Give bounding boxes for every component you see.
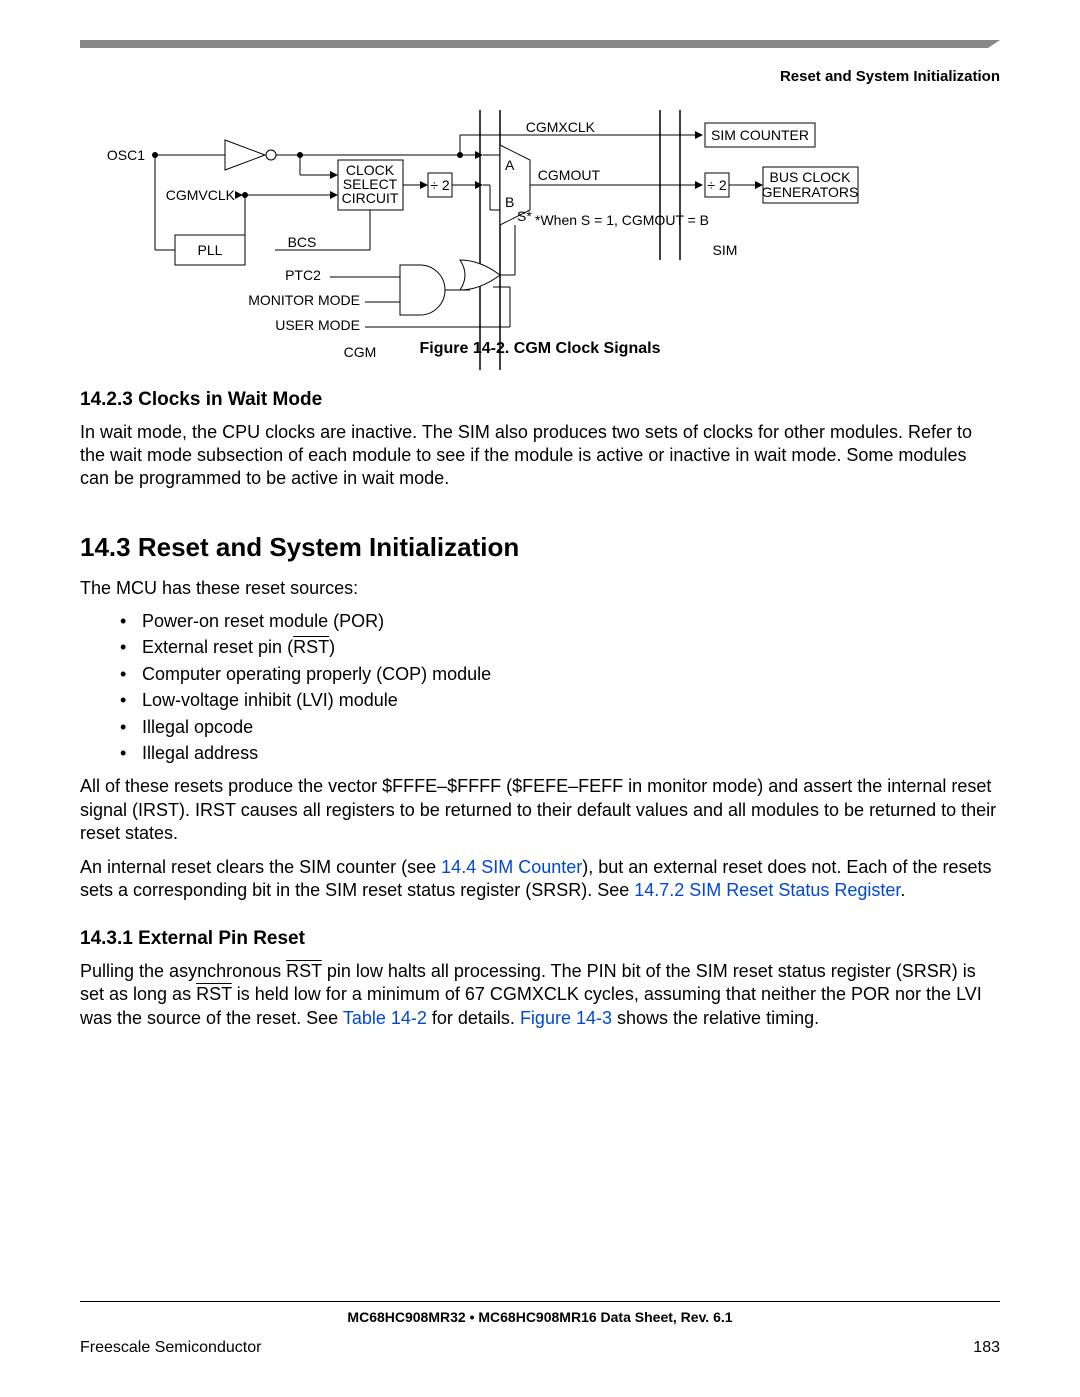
heading-143: 14.3 Reset and System Initialization [80, 531, 1000, 565]
list-item: Computer operating properly (COP) module [120, 663, 1000, 686]
diagram-label-pll: PLL [198, 242, 223, 258]
footer-center: MC68HC908MR32 • MC68HC908MR16 Data Sheet… [0, 1309, 1080, 1325]
top-rule [80, 40, 1000, 48]
diagram-label-cgmout: CGMOUT [538, 167, 601, 183]
body-content: 14.2.3 Clocks in Wait Mode In wait mode,… [80, 388, 1000, 1030]
cgm-diagram: OSC1 CGMXCLK CGMVCLK PLL CLOCK [105, 105, 975, 375]
svg-text:÷ 2: ÷ 2 [707, 177, 727, 193]
para-143-2: All of these resets produce the vector $… [80, 775, 1000, 845]
link-table-14-2[interactable]: Table 14-2 [343, 1008, 427, 1028]
diagram-label-cgmxclk: CGMXCLK [526, 119, 596, 135]
diagram-label-cgmvclk: CGMVCLK [166, 187, 236, 203]
diagram-label-a: A [505, 157, 515, 173]
diagram-label-s: S* [517, 208, 532, 224]
reset-sources-list: Power-on reset module (POR) External res… [120, 610, 1000, 765]
heading-1431: 14.3.1 External Pin Reset [80, 927, 1000, 952]
para-143-3: An internal reset clears the SIM counter… [80, 856, 1000, 903]
heading-1423: 14.2.3 Clocks in Wait Mode [80, 388, 1000, 413]
svg-text:BUS CLOCK: BUS CLOCK [770, 169, 852, 185]
diagram-label-ptc2: PTC2 [285, 267, 321, 283]
page-number: 183 [973, 1339, 1000, 1357]
para-1431-1: Pulling the asynchronous RST pin low hal… [80, 960, 1000, 1030]
diagram-label-b: B [505, 194, 514, 210]
diagram-label-user: USER MODE [275, 317, 360, 333]
list-item: Illegal opcode [120, 716, 1000, 739]
list-item: External reset pin (RST) [120, 636, 1000, 659]
para-1423-1: In wait mode, the CPU clocks are inactiv… [80, 421, 1000, 491]
svg-text:÷ 2: ÷ 2 [430, 177, 450, 193]
footer-left: Freescale Semiconductor [80, 1339, 261, 1357]
diagram-note: *When S = 1, CGMOUT = B [535, 212, 709, 228]
para-143-intro: The MCU has these reset sources: [80, 577, 1000, 600]
diagram-label-simcounter: SIM COUNTER [711, 127, 809, 143]
link-sim-counter[interactable]: 14.4 SIM Counter [441, 857, 582, 877]
diagram-label-sim: SIM [713, 242, 738, 258]
list-item: Power-on reset module (POR) [120, 610, 1000, 633]
diagram-label-circuit: CIRCUIT [342, 190, 399, 206]
diagram-label-monitor: MONITOR MODE [248, 292, 360, 308]
list-item: Low-voltage inhibit (LVI) module [120, 689, 1000, 712]
diagram-label-osc1: OSC1 [107, 147, 145, 163]
page: Reset and System Initialization OSC1 CGM… [0, 0, 1080, 1397]
link-srsr[interactable]: 14.7.2 SIM Reset Status Register [634, 880, 900, 900]
footer-rule [80, 1301, 1000, 1302]
header-section-title: Reset and System Initialization [780, 68, 1000, 85]
svg-text:GENERATORS: GENERATORS [762, 184, 859, 200]
diagram-label-cgm: CGM [344, 344, 377, 360]
diagram-label-bcs: BCS [288, 234, 317, 250]
list-item: Illegal address [120, 742, 1000, 765]
link-figure-14-3[interactable]: Figure 14-3 [520, 1008, 612, 1028]
